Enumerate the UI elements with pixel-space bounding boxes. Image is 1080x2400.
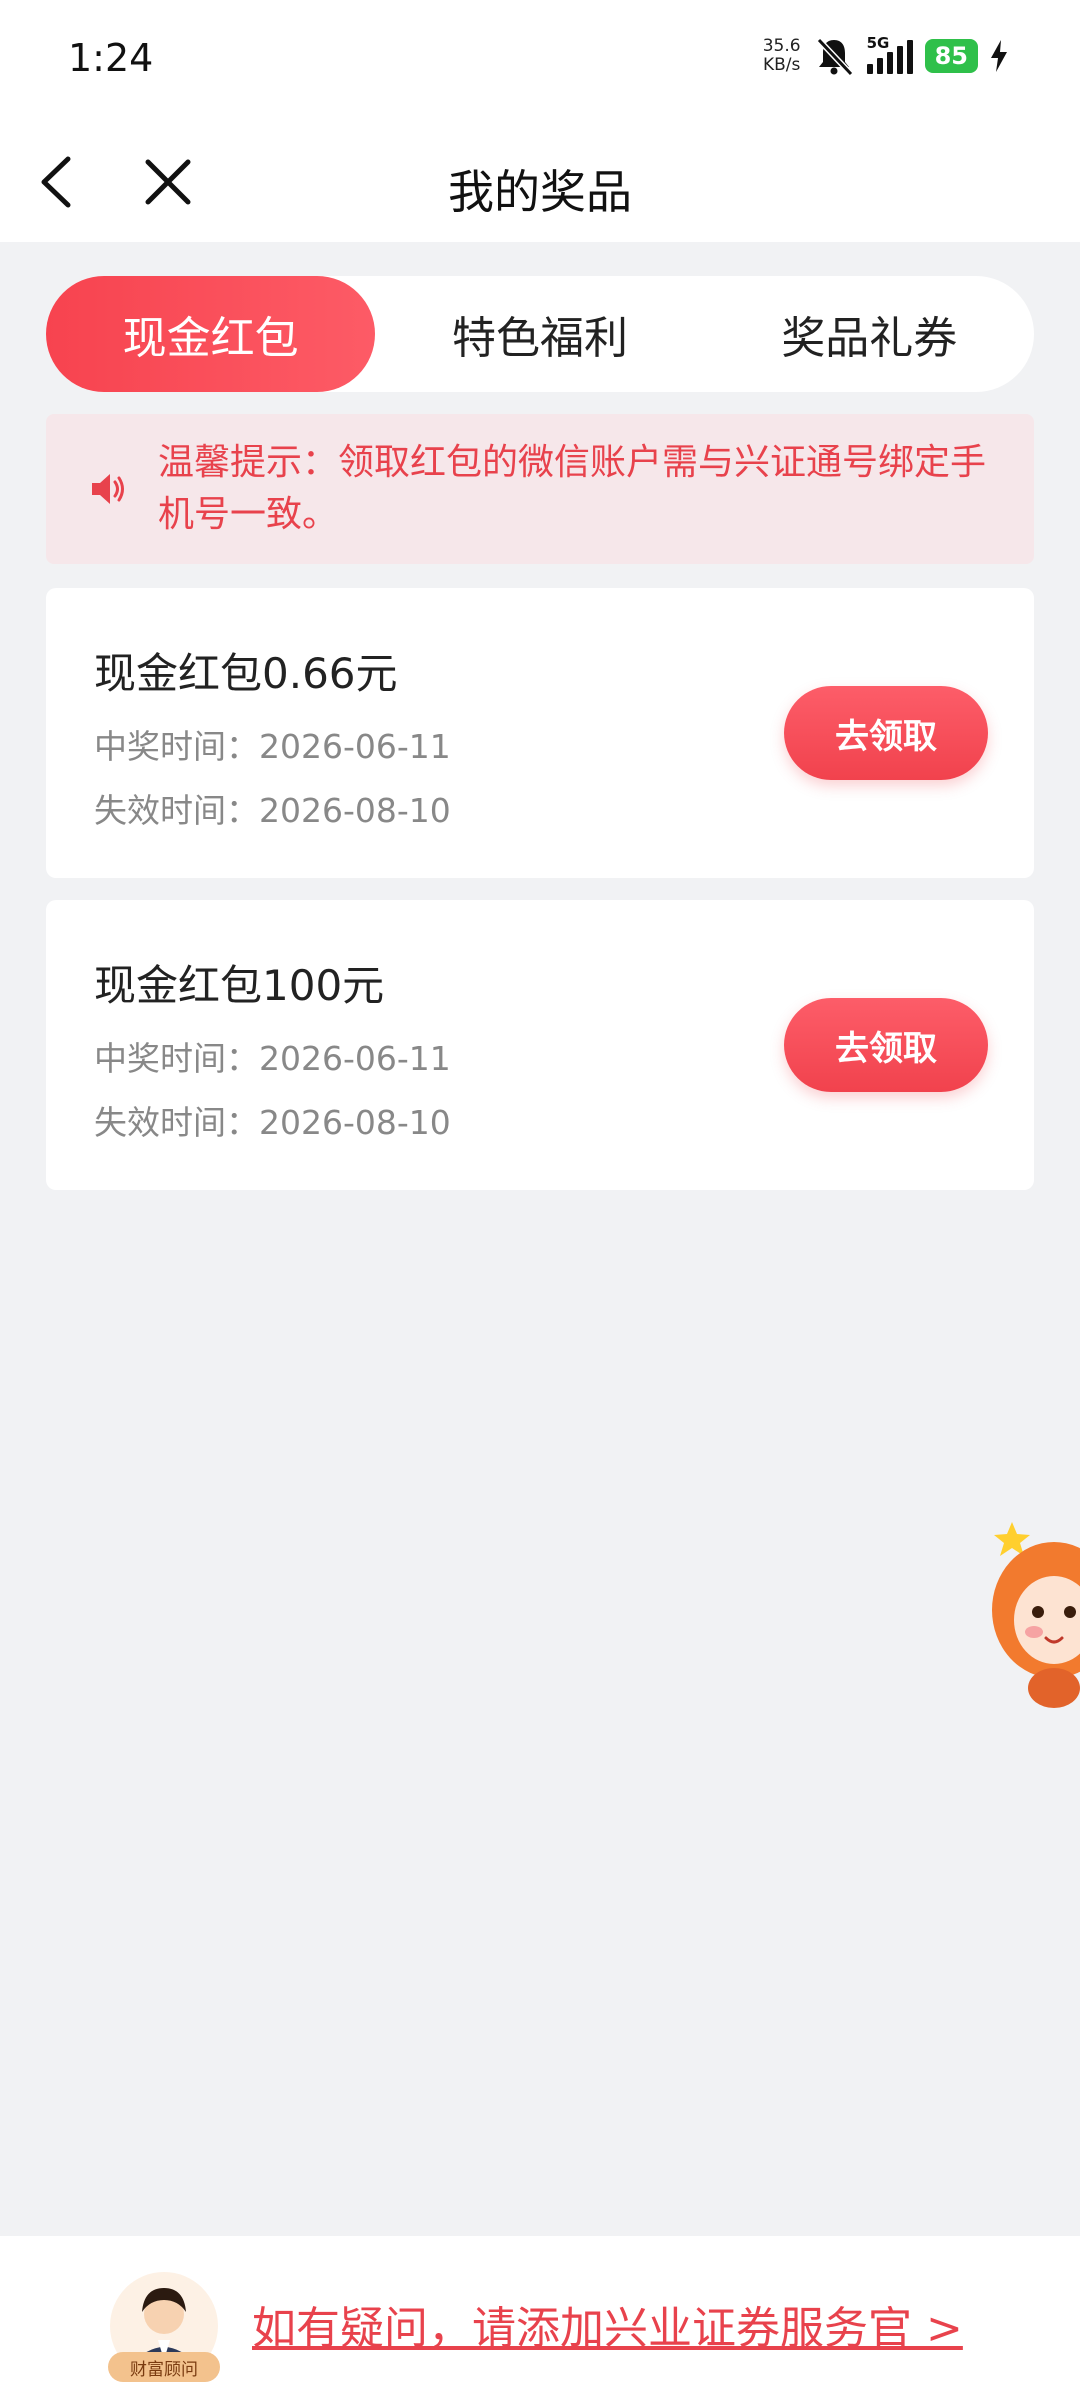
nav-bar: 我的奖品 — [0, 120, 1080, 242]
status-time: 1:24 — [68, 36, 154, 80]
speaker-icon — [92, 474, 124, 504]
prize-card: 现金红包0.66元 中奖时间：2026-06-11 失效时间：2026-08-1… — [46, 588, 1034, 878]
tab-cash-red-packet[interactable]: 现金红包 — [46, 276, 376, 392]
battery-level: 85 — [934, 42, 968, 70]
page-title: 我的奖品 — [448, 165, 632, 219]
prize-win-time: 中奖时间：2026-06-11 — [94, 1039, 451, 1078]
network-speed-unit: KB/s — [762, 55, 801, 75]
prize-card: 现金红包100元 中奖时间：2026-06-11 失效时间：2026-08-10… — [46, 900, 1034, 1190]
advisor-label: 财富顾问 — [108, 2352, 220, 2382]
notice-banner: 温馨提示：领取红包的微信账户需与兴证通号绑定手机号一致。 — [46, 414, 1034, 564]
signal-icon: 5G — [866, 34, 913, 74]
network-speed-value: 35.6 — [762, 36, 801, 56]
prize-title: 现金红包0.66元 — [94, 649, 398, 698]
battery-icon: 85 — [924, 39, 978, 73]
advisor-avatar[interactable]: 财富顾问 — [108, 2270, 220, 2382]
prize-tabs: 现金红包 特色福利 奖品礼券 — [46, 276, 1034, 392]
prize-expire-time: 失效时间：2026-08-10 — [94, 1103, 451, 1142]
claim-button[interactable]: 去领取 — [784, 686, 988, 780]
mascot-float-button[interactable] — [982, 1520, 1080, 1720]
mute-bell-icon — [816, 37, 853, 76]
prize-win-time: 中奖时间：2026-06-11 — [94, 727, 451, 766]
tab-prize-coupons[interactable]: 奖品礼券 — [705, 276, 1034, 392]
notice-text: 温馨提示：领取红包的微信账户需与兴证通号绑定手机号一致。 — [158, 442, 987, 535]
tab-special-benefits[interactable]: 特色福利 — [375, 276, 704, 392]
claim-button[interactable]: 去领取 — [784, 998, 988, 1092]
prize-expire-time: 失效时间：2026-08-10 — [94, 791, 451, 830]
charging-icon — [991, 40, 1007, 72]
prize-title: 现金红包100元 — [94, 961, 385, 1010]
contact-service-link[interactable]: 如有疑问，请添加兴业证券服务官 > — [252, 2292, 963, 2356]
status-icons: 35.6 KB/s 5G 85 — [763, 34, 1008, 78]
network-type: 5G — [866, 34, 890, 52]
status-bar: 1:24 35.6 KB/s 5G 85 — [0, 0, 1080, 120]
network-speed: 35.6 KB/s — [763, 37, 801, 75]
footer-bar: 财富顾问 如有疑问，请添加兴业证券服务官 > — [0, 2236, 1080, 2400]
